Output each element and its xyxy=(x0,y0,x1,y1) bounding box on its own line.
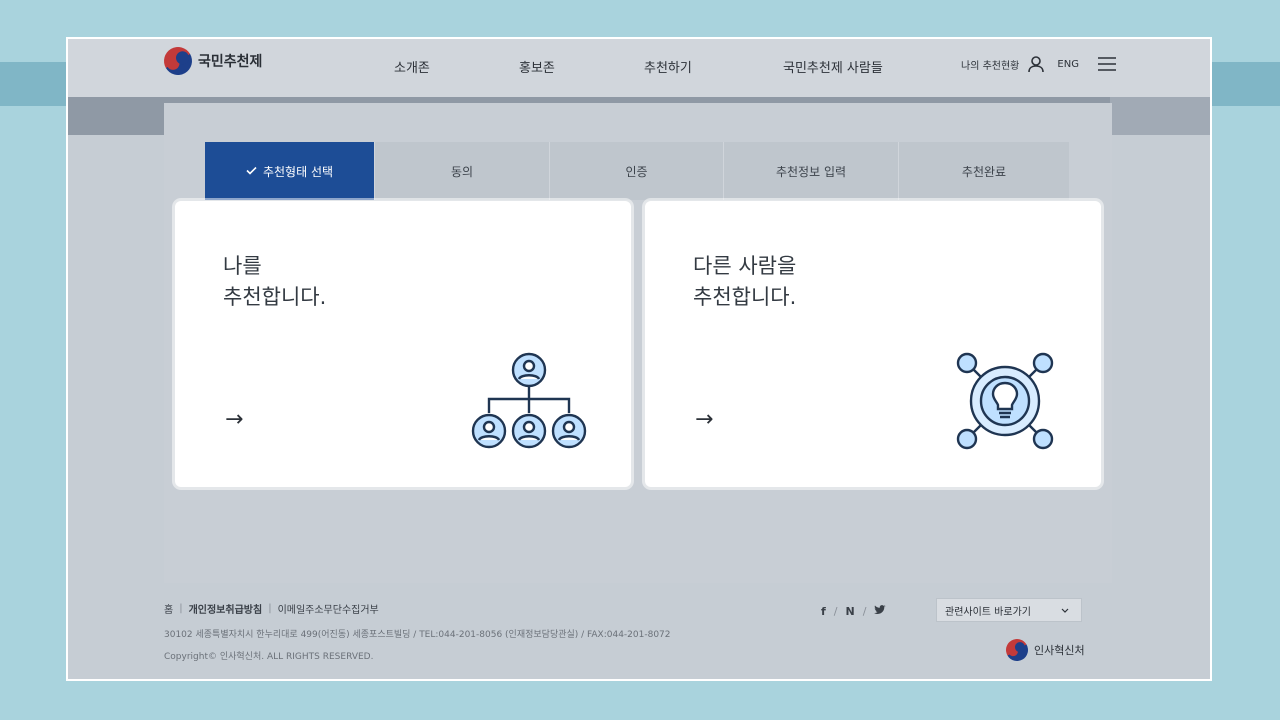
site-logo[interactable]: 국민추천제 xyxy=(158,41,263,81)
social-links: f / N / xyxy=(821,605,886,618)
nav-item-intro[interactable]: 소개존 xyxy=(394,57,430,76)
lang-switch[interactable]: ENG xyxy=(1057,59,1079,70)
card-recommend-self[interactable]: 나를 추천합니다. → xyxy=(175,201,631,487)
browser-frame: 국민추천제 소개존 홍보존 추천하기 국민추천제 사람들 나의 추천현황 ENG xyxy=(66,37,1212,681)
hero-banner-right xyxy=(1110,97,1210,135)
card-recommend-other[interactable]: 다른 사람을 추천합니다. → xyxy=(645,201,1101,487)
user-icon[interactable] xyxy=(1027,55,1045,73)
step-type-select: 추천형태 선택 xyxy=(205,142,375,200)
step-progress: 추천형태 선택 동의 인증 추천정보 입력 추천완료 xyxy=(205,142,1069,200)
footer-link-home[interactable]: 홈 xyxy=(164,601,173,616)
step-complete: 추천완료 xyxy=(899,142,1069,200)
org-logo[interactable]: 인사혁신처 xyxy=(1001,634,1085,666)
related-sites-select[interactable]: 관련사이트 바로가기 xyxy=(936,598,1082,622)
site-footer: 홈 | 개인정보취급방침 | 이메일주소무단수집거부 30102 세종특별자치시… xyxy=(68,595,1210,679)
related-sites-label: 관련사이트 바로가기 xyxy=(945,606,1031,618)
logo-text: 국민추천제 xyxy=(198,54,263,70)
step-label: 추천정보 입력 xyxy=(775,164,847,179)
nav-item-recommend[interactable]: 추천하기 xyxy=(644,57,692,76)
step-label: 추천형태 선택 xyxy=(262,164,334,179)
naver-blog-icon[interactable]: N xyxy=(846,605,855,618)
step-verify: 인증 xyxy=(550,142,724,200)
org-chart-people-icon xyxy=(471,351,587,453)
footer-separator: | xyxy=(268,603,272,614)
card-title: 다른 사람을 추천합니다. xyxy=(693,254,797,309)
step-label: 추천완료 xyxy=(961,164,1007,179)
footer-copyright: Copyright© 인사혁신처. ALL RIGHTS RESERVED. xyxy=(164,652,374,662)
social-separator: / xyxy=(833,605,838,618)
chevron-down-icon xyxy=(1061,605,1069,616)
utility-menu: 나의 추천현황 ENG xyxy=(961,55,1117,73)
twitter-icon[interactable] xyxy=(874,605,886,618)
footer-links: 홈 | 개인정보취급방침 | 이메일주소무단수집거부 xyxy=(164,601,379,616)
social-separator: / xyxy=(862,605,867,618)
check-icon xyxy=(246,164,257,178)
step-label: 동의 xyxy=(450,164,474,179)
site-header: 국민추천제 소개존 홍보존 추천하기 국민추천제 사람들 나의 추천현황 ENG xyxy=(68,39,1210,97)
org-name: 인사혁신처 xyxy=(1034,644,1085,657)
step-info-input: 추천정보 입력 xyxy=(724,142,899,200)
lightbulb-network-icon xyxy=(953,349,1057,457)
footer-address: 30102 세종특별자치시 한누리대로 499(어진동) 세종포스트빌딩 / T… xyxy=(164,630,671,640)
my-status-link[interactable]: 나의 추천현황 xyxy=(961,57,1019,72)
nav-item-promo[interactable]: 홍보존 xyxy=(519,57,555,76)
taegeuk-emblem-icon xyxy=(1001,634,1033,666)
facebook-icon[interactable]: f xyxy=(821,605,826,618)
footer-link-email-policy[interactable]: 이메일주소무단수집거부 xyxy=(278,601,379,616)
arrow-right-icon[interactable]: → xyxy=(225,407,243,432)
hamburger-menu-icon[interactable] xyxy=(1097,56,1117,72)
step-agree: 동의 xyxy=(375,142,550,200)
footer-link-privacy[interactable]: 개인정보취급방침 xyxy=(189,601,263,616)
arrow-right-icon[interactable]: → xyxy=(695,407,713,432)
card-title: 나를 추천합니다. xyxy=(223,254,327,309)
taegeuk-emblem-icon xyxy=(158,41,198,81)
footer-separator: | xyxy=(179,603,183,614)
step-label: 인증 xyxy=(625,164,648,179)
nav-item-people[interactable]: 국민추천제 사람들 xyxy=(783,57,883,76)
